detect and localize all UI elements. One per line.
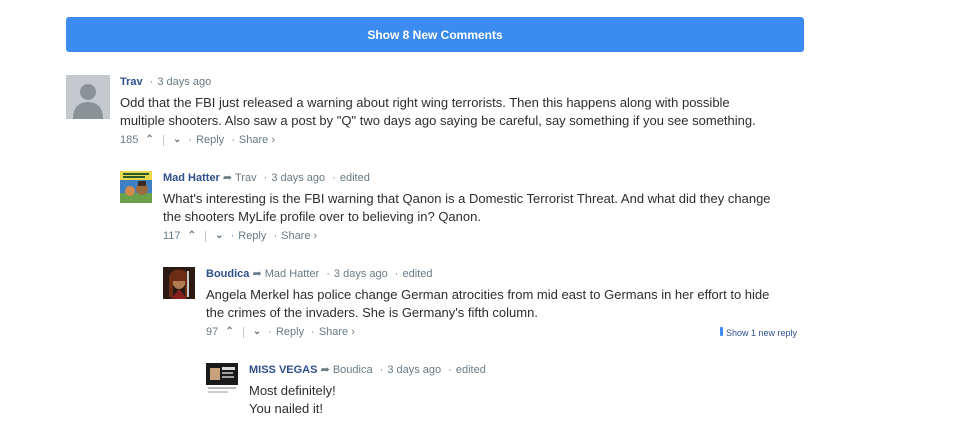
reply-to-author[interactable]: Trav bbox=[235, 172, 257, 184]
comment-time[interactable]: 3 days ago bbox=[271, 172, 325, 184]
reply-button[interactable]: Reply bbox=[196, 132, 224, 148]
vote-count: 185 bbox=[120, 134, 139, 147]
comment-miss-vegas: MISS VEGAS ➦ Boudica · 3 days ago · edited… bbox=[206, 363, 804, 423]
comment-line: Angela Merkel has police change German a… bbox=[206, 287, 770, 302]
boudica-avatar-icon bbox=[163, 267, 195, 299]
comment-line: multiple shooters. Also saw a post by "Q… bbox=[120, 113, 756, 128]
comment-author[interactable]: Trav bbox=[120, 76, 143, 88]
comment-actions: 117 ⌃ ⌄ · Reply · Share › bbox=[163, 228, 318, 244]
comment-time[interactable]: 3 days ago bbox=[387, 364, 441, 376]
chevron-up-icon[interactable]: ⌃ bbox=[188, 228, 196, 244]
comment-mad-hatter: Mad Hatter ➦ Trav · 3 days ago · edited Wh… bbox=[120, 171, 804, 243]
comment-time[interactable]: 3 days ago bbox=[157, 76, 211, 88]
mad-hatter-avatar-icon bbox=[120, 171, 152, 203]
new-reply-indicator-icon bbox=[719, 327, 723, 336]
comment-text: Most definitely! You nailed it! bbox=[249, 382, 804, 418]
miss-vegas-avatar-icon bbox=[206, 363, 238, 395]
chevron-down-icon[interactable]: ⌄ bbox=[173, 132, 181, 148]
edited-label: edited bbox=[339, 172, 370, 184]
default-avatar-icon bbox=[66, 75, 110, 119]
comment-line: the shooters MyLife profile over to beli… bbox=[163, 209, 481, 224]
avatar[interactable] bbox=[66, 75, 110, 119]
divider bbox=[162, 134, 164, 146]
comment-boudica: Boudica ➦ Mad Hatter · 3 days ago · edited… bbox=[163, 267, 804, 339]
reply-arrow-icon: ➦ bbox=[320, 364, 330, 376]
reply-arrow-icon: ➦ bbox=[252, 268, 262, 280]
edited-label: edited bbox=[402, 268, 433, 280]
reply-button[interactable]: Reply bbox=[238, 228, 266, 244]
chevron-down-icon[interactable]: ⌄ bbox=[215, 228, 223, 244]
share-button[interactable]: Share › bbox=[319, 324, 355, 340]
avatar[interactable] bbox=[163, 267, 195, 299]
reply-to-author[interactable]: Boudica bbox=[333, 364, 373, 376]
comment-actions: 185 ⌃ ⌄ · Reply · Share › bbox=[120, 132, 275, 148]
reply-to-author[interactable]: Mad Hatter bbox=[265, 268, 319, 280]
comment-actions: 97 ⌃ ⌄ · Reply · Share › Show 1 new reply bbox=[206, 324, 804, 340]
comment-text: What's interesting is the FBI warning th… bbox=[163, 190, 804, 226]
show-new-reply-label: Show 1 new reply bbox=[725, 327, 797, 338]
reply-arrow-icon: ➦ bbox=[222, 172, 233, 184]
chevron-up-icon[interactable]: ⌃ bbox=[145, 132, 153, 148]
comment-line: What's interesting is the FBI warning th… bbox=[163, 191, 771, 206]
edited-label: edited bbox=[455, 364, 486, 376]
comment-meta: MISS VEGAS ➦ Boudica · 3 days ago · edited bbox=[249, 364, 486, 376]
chevron-up-icon[interactable]: ⌃ bbox=[225, 324, 233, 340]
divider bbox=[205, 230, 207, 242]
comment-meta: Boudica ➦ Mad Hatter · 3 days ago · edited bbox=[206, 268, 433, 280]
comment-text: Angela Merkel has police change German a… bbox=[206, 286, 804, 322]
share-button[interactable]: Share › bbox=[281, 228, 317, 244]
comment-author[interactable]: Boudica bbox=[206, 268, 249, 280]
comment-text: Odd that the FBI just released a warning… bbox=[120, 94, 804, 130]
comment-meta: Mad Hatter ➦ Trav · 3 days ago · edited bbox=[163, 172, 370, 184]
show-new-comments-button[interactable]: Show 8 New Comments bbox=[66, 17, 804, 52]
share-button[interactable]: Share › bbox=[239, 132, 275, 148]
vote-count: 117 bbox=[163, 230, 181, 243]
comment-line: the crimes of the invaders. She is Germa… bbox=[206, 305, 538, 320]
chevron-down-icon[interactable]: ⌄ bbox=[253, 324, 261, 340]
comment-trav: Trav · 3 days ago Odd that the FBI just r… bbox=[66, 75, 804, 147]
comment-time[interactable]: 3 days ago bbox=[334, 268, 388, 280]
divider bbox=[242, 326, 244, 338]
show-new-reply-button[interactable]: Show 1 new reply bbox=[719, 324, 797, 341]
comment-meta: Trav · 3 days ago bbox=[120, 76, 212, 88]
comment-author[interactable]: Mad Hatter bbox=[163, 172, 220, 184]
vote-count: 97 bbox=[206, 326, 219, 339]
reply-button[interactable]: Reply bbox=[276, 324, 304, 340]
comment-line: Odd that the FBI just released a warning… bbox=[120, 95, 730, 110]
comment-author[interactable]: MISS VEGAS bbox=[249, 364, 317, 376]
avatar[interactable] bbox=[206, 363, 238, 395]
avatar[interactable] bbox=[120, 171, 152, 203]
comment-line: Most definitely! bbox=[249, 383, 336, 398]
comment-line: You nailed it! bbox=[249, 401, 323, 416]
